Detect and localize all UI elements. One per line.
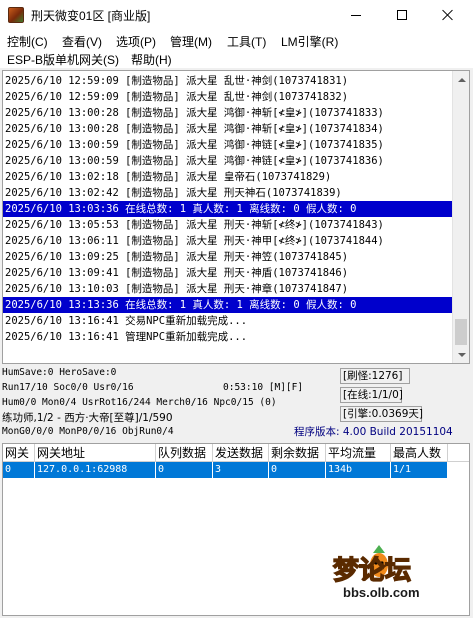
engine-box: [引擎:0.0369天] xyxy=(340,406,423,422)
monster-refresh-box: [刷怪:1276] xyxy=(340,368,410,384)
col-gateway[interactable]: 网关 xyxy=(3,444,35,462)
menu-view[interactable]: 查看(V) xyxy=(62,33,102,50)
chevron-up-icon xyxy=(457,77,466,82)
log-line: 2025/6/10 13:05:53 [制造物品] 派大星 刑天·神斩[≮终≯]… xyxy=(5,219,384,231)
cell-send-data: 3 xyxy=(213,462,269,478)
online-box: [在线:1/1/0] xyxy=(340,387,403,403)
status-mon: MonG0/0/0 MonP0/0/16 ObjRun0/4 xyxy=(2,426,174,437)
log-line: 2025/6/10 13:13:36 在线总数: 1 真人数: 1 离线数: 0… xyxy=(3,297,453,313)
log-line: 2025/6/10 13:10:03 [制造物品] 派大星 刑天·神章(1073… xyxy=(5,283,349,295)
scroll-thumb[interactable] xyxy=(455,319,467,345)
log-line: 2025/6/10 12:59:09 [制造物品] 派大星 乱世·神剑(1073… xyxy=(5,91,349,103)
minimize-icon xyxy=(351,14,361,16)
gateway-table[interactable]: 网关 网关地址 队列数据 发送数据 剩余数据 平均流量 最高人数 0 127.0… xyxy=(2,443,470,616)
scroll-up-button[interactable] xyxy=(453,71,469,88)
scroll-down-button[interactable] xyxy=(453,346,469,363)
chevron-down-icon xyxy=(457,352,466,357)
log-line: 2025/6/10 13:09:41 [制造物品] 派大星 刑天·神盾(1073… xyxy=(5,267,349,279)
cell-queue-data: 0 xyxy=(156,462,213,478)
log-line: 2025/6/10 13:16:41 交易NPC重新加载完成... xyxy=(5,315,248,327)
close-button[interactable] xyxy=(425,0,471,30)
status-run: Run17/10 Soc0/0 Usr0/16 xyxy=(2,382,134,393)
col-max-users[interactable]: 最高人数 xyxy=(391,444,448,462)
forum-watermark-logo: 梦论坛 bbs.olb.com xyxy=(332,545,420,600)
maximize-icon xyxy=(397,10,407,20)
col-queue-data[interactable]: 队列数据 xyxy=(156,444,213,462)
col-send-data[interactable]: 发送数据 xyxy=(213,444,269,462)
log-line: 2025/6/10 13:00:28 [制造物品] 派大星 鸿御·神斩[≮皇≯]… xyxy=(5,107,384,119)
log-line: 2025/6/10 13:00:59 [制造物品] 派大星 鸿御·神链[≮皇≯]… xyxy=(5,155,384,167)
status-hum: Hum0/0 Mon0/4 UsrRot16/244 Merch0/16 Npc… xyxy=(2,397,277,408)
log-line: 2025/6/10 13:00:59 [制造物品] 派大星 鸿御·神链[≮皇≯]… xyxy=(5,139,384,151)
log-line: 2025/6/10 13:06:11 [制造物品] 派大星 刑天·神甲[≮终≯]… xyxy=(5,235,384,247)
menu-manage[interactable]: 管理(M) xyxy=(170,33,212,50)
title-bar: 刑天微变01区 [商业版] xyxy=(0,0,473,30)
close-icon xyxy=(442,9,454,21)
log-line: 2025/6/10 13:16:41 管理NPC重新加载完成... xyxy=(5,331,248,343)
menu-lm-engine[interactable]: LM引擎(R) xyxy=(281,33,338,50)
log-line: 2025/6/10 13:00:28 [制造物品] 派大星 鸿御·神斩[≮皇≯]… xyxy=(5,123,384,135)
menu-tools[interactable]: 工具(T) xyxy=(227,33,266,50)
window-title: 刑天微变01区 [商业版] xyxy=(31,8,151,23)
col-avg-traffic[interactable]: 平均流量 xyxy=(326,444,391,462)
log-panel[interactable]: 2025/6/10 12:59:09 [制造物品] 派大星 乱世·神剑(1073… xyxy=(2,70,470,364)
log-line: 2025/6/10 13:02:42 [制造物品] 派大星 刑天神石(10737… xyxy=(5,187,342,199)
table-header: 网关 网关地址 队列数据 发送数据 剩余数据 平均流量 最高人数 xyxy=(3,444,469,462)
app-icon xyxy=(8,7,24,23)
log-lines: 2025/6/10 12:59:09 [制造物品] 派大星 乱世·神剑(1073… xyxy=(3,73,453,345)
menu-esp-gateway[interactable]: ESP-B版单机网关(S) xyxy=(7,51,119,68)
menu-bar: 控制(C) 查看(V) 选项(P) 管理(M) 工具(T) LM引擎(R) ES… xyxy=(0,30,473,68)
log-line: 2025/6/10 13:02:18 [制造物品] 派大星 皇帝石(107374… xyxy=(5,171,332,183)
program-version: 程序版本: 4.00 Build 20151104 xyxy=(294,426,453,438)
watermark-title: 梦论坛 xyxy=(333,556,411,586)
watermark-url: bbs.olb.com xyxy=(343,585,420,600)
cell-max-users: 1/1 xyxy=(391,462,448,478)
cell-avg-traffic: 134b xyxy=(326,462,391,478)
col-remaining-data[interactable]: 剩余数据 xyxy=(269,444,326,462)
menu-options[interactable]: 选项(P) xyxy=(116,33,156,50)
log-line: 2025/6/10 13:03:36 在线总数: 1 真人数: 1 离线数: 0… xyxy=(3,201,453,217)
cell-gateway: 0 xyxy=(3,462,35,478)
menu-control[interactable]: 控制(C) xyxy=(7,33,48,50)
maximize-button[interactable] xyxy=(379,0,425,30)
log-line: 2025/6/10 13:09:25 [制造物品] 派大星 刑天·神笠(1073… xyxy=(5,251,349,263)
log-line: 2025/6/10 12:59:09 [制造物品] 派大星 乱世·神剑(1073… xyxy=(5,75,349,87)
cell-remaining-data: 0 xyxy=(269,462,326,478)
table-row[interactable]: 0 127.0.0.1:62988 0 3 0 134b 1/1 xyxy=(3,462,448,478)
menu-help[interactable]: 帮助(H) xyxy=(131,51,172,68)
col-gateway-address[interactable]: 网关地址 xyxy=(35,444,156,462)
status-area: HumSave:0 HeroSave:0 Run17/10 Soc0/0 Usr… xyxy=(0,366,473,442)
log-scrollbar[interactable] xyxy=(452,71,469,363)
status-time: 0:53:10 [M][F] xyxy=(223,382,304,393)
status-map: 练功师,1/2 - 西方·大帝[至尊]/1/590 xyxy=(2,412,173,424)
cell-gateway-address: 127.0.0.1:62988 xyxy=(35,462,156,478)
status-save: HumSave:0 HeroSave:0 xyxy=(2,367,117,378)
minimize-button[interactable] xyxy=(333,0,379,30)
